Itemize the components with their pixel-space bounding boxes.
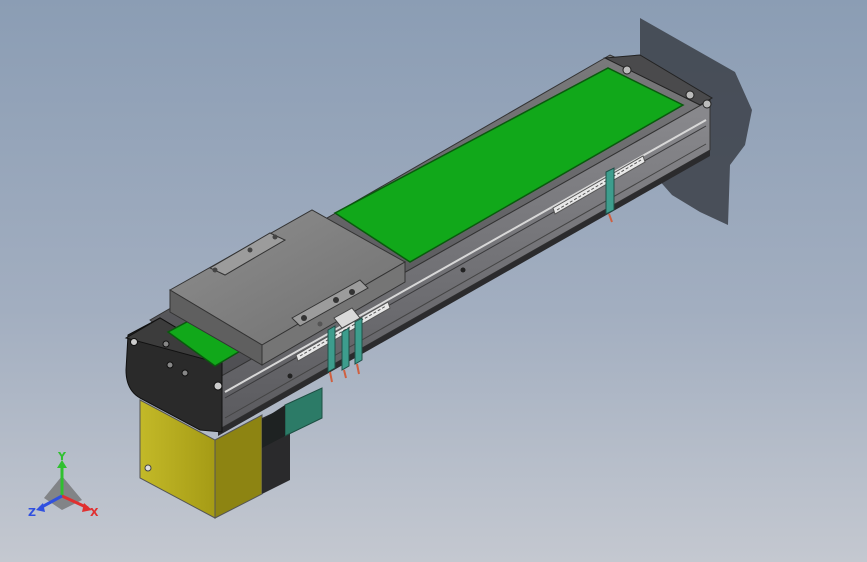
- limit-sensor-4[interactable]: [605, 167, 615, 223]
- limit-sensor-2[interactable]: [341, 327, 350, 379]
- view-orientation-triad[interactable]: Y X Z: [28, 450, 99, 519]
- triad-z-label: Z: [28, 506, 36, 519]
- limit-sensor-1[interactable]: [327, 325, 336, 383]
- limit-sensor-3[interactable]: [354, 317, 363, 375]
- triad-x-label: X: [90, 506, 99, 519]
- cad-viewport[interactable]: Y X Z: [0, 0, 867, 562]
- triad-y-label: Y: [57, 450, 67, 463]
